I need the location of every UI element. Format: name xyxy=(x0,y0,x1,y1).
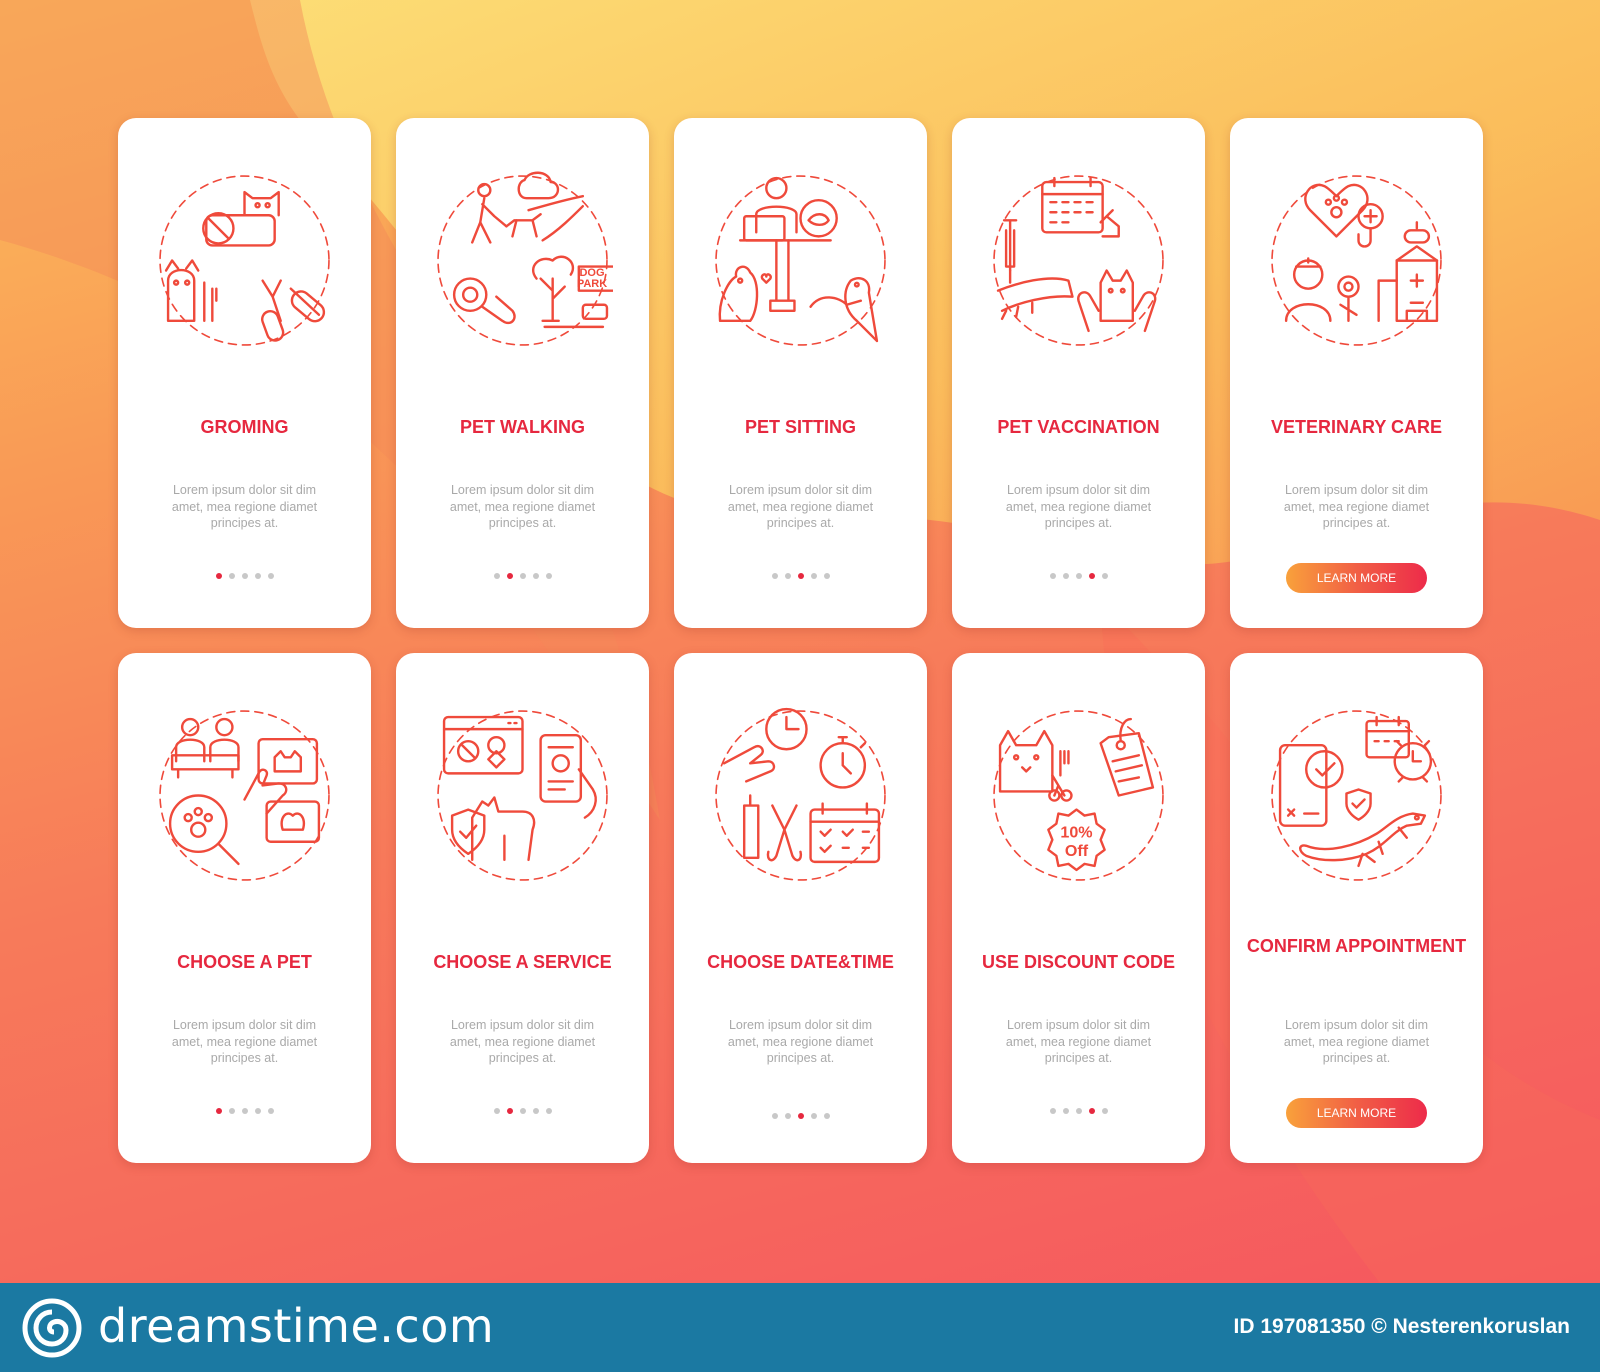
stock-footer: dreamstime.com ID 197081350 © Nesterenko… xyxy=(0,1283,1600,1372)
page-dot-1[interactable] xyxy=(215,1108,222,1114)
card-description: Lorem ipsum dolor sit dim amet, mea regi… xyxy=(171,483,318,530)
pagination-dots xyxy=(952,1108,1205,1114)
card-title: USE DISCOUNT CODE xyxy=(981,952,1176,972)
page-dot-2[interactable] xyxy=(1062,1108,1069,1114)
card-title: CHOOSE A PET xyxy=(177,952,312,972)
page-dot-5[interactable] xyxy=(823,1113,830,1119)
pagination-dots xyxy=(118,1108,371,1114)
onboarding-card-grooming: GROMING Lorem ipsum dolor sit dim amet, … xyxy=(118,118,371,628)
page-dot-4[interactable] xyxy=(254,1108,261,1114)
page-dot-4[interactable] xyxy=(810,573,817,579)
page-dot-2[interactable] xyxy=(506,573,513,579)
page-dot-4[interactable] xyxy=(810,1113,817,1119)
page-dot-5[interactable] xyxy=(267,573,274,579)
onboarding-screens-grid: GROMING Lorem ipsum dolor sit dim amet, … xyxy=(118,118,1483,1165)
page-dot-2[interactable] xyxy=(228,1108,235,1114)
page-dot-3[interactable] xyxy=(519,573,526,579)
page-dot-1[interactable] xyxy=(771,573,778,579)
card-title: GROMING xyxy=(200,417,289,437)
choose-service-icon xyxy=(437,710,608,881)
footer-brand: dreamstime.com xyxy=(98,1299,495,1353)
confirm-appointment-icon xyxy=(1271,710,1442,881)
page-dot-5[interactable] xyxy=(1101,1108,1108,1114)
card-description: Lorem ipsum dolor sit dim amet, mea regi… xyxy=(1005,483,1152,530)
page-dot-3[interactable] xyxy=(797,1113,804,1119)
page-dot-1[interactable] xyxy=(1049,573,1056,579)
pagination-dots xyxy=(118,573,371,579)
page-dot-5[interactable] xyxy=(545,573,552,579)
veterinary-icon xyxy=(1271,175,1442,346)
onboarding-card-choose-a-pet: CHOOSE A PET Lorem ipsum dolor sit dim a… xyxy=(118,653,371,1163)
pagination-dots xyxy=(396,573,649,579)
card-title: PET SITTING xyxy=(744,417,856,437)
onboarding-card-choose-date-time: CHOOSE DATE&TIME Lorem ipsum dolor sit d… xyxy=(674,653,927,1163)
discount-icon: 10% Off xyxy=(993,710,1164,881)
discount-percent-label: 10% xyxy=(1060,824,1092,842)
page-dot-3[interactable] xyxy=(519,1108,526,1114)
page-dot-3[interactable] xyxy=(797,573,804,579)
onboarding-card-use-discount-code: 10% Off USE DISCOUNT CODE Lorem ipsum do… xyxy=(952,653,1205,1163)
card-title: PET VACCINATION xyxy=(997,417,1160,437)
page-dot-4[interactable] xyxy=(532,573,539,579)
page-dot-4[interactable] xyxy=(532,1108,539,1114)
pet-sitting-icon xyxy=(715,175,886,346)
page-dot-5[interactable] xyxy=(1101,573,1108,579)
card-title: VETERINARY CARE xyxy=(1270,417,1443,437)
pagination-dots xyxy=(674,573,927,579)
pet-walking-icon xyxy=(437,171,613,346)
page-dot-5[interactable] xyxy=(267,1108,274,1114)
onboarding-card-pet-vaccination: PET VACCINATION Lorem ipsum dolor sit di… xyxy=(952,118,1205,628)
page-dot-5[interactable] xyxy=(545,1108,552,1114)
onboarding-card-confirm-appointment: CONFIRM APPOINTMENT Lorem ipsum dolor si… xyxy=(1230,653,1483,1163)
page-dot-2[interactable] xyxy=(506,1108,513,1114)
date-time-icon xyxy=(715,707,886,881)
page-dot-3[interactable] xyxy=(1075,1108,1082,1114)
onboarding-card-veterinary-care: VETERINARY CARE Lorem ipsum dolor sit di… xyxy=(1230,118,1483,628)
card-description: Lorem ipsum dolor sit dim amet, mea regi… xyxy=(171,1018,318,1065)
learn-more-button[interactable]: LEARN MORE xyxy=(1286,563,1427,593)
choose-pet-icon xyxy=(159,710,330,881)
pagination-dots xyxy=(952,573,1205,579)
onboarding-card-pet-walking: PET WALKING Lorem ipsum dolor sit dim am… xyxy=(396,118,649,628)
card-title: CHOOSE A SERVICE xyxy=(433,952,612,972)
page-dot-1[interactable] xyxy=(493,1108,500,1114)
card-description: Lorem ipsum dolor sit dim amet, mea regi… xyxy=(1005,1018,1152,1065)
card-description: Lorem ipsum dolor sit dim amet, mea regi… xyxy=(449,1018,596,1065)
page-dot-1[interactable] xyxy=(771,1113,778,1119)
card-title: PET WALKING xyxy=(460,417,585,437)
page-dot-1[interactable] xyxy=(1049,1108,1056,1114)
footer-image-id: ID 197081350 © Nesterenkoruslan xyxy=(1233,1315,1571,1338)
page-dot-3[interactable] xyxy=(1075,573,1082,579)
page-dot-2[interactable] xyxy=(784,573,791,579)
card-description: Lorem ipsum dolor sit dim amet, mea regi… xyxy=(727,483,874,530)
page-dot-2[interactable] xyxy=(784,1113,791,1119)
vaccination-icon xyxy=(993,175,1164,346)
card-title: CONFIRM APPOINTMENT xyxy=(1246,936,1467,956)
page-dot-2[interactable] xyxy=(1062,573,1069,579)
page-dot-1[interactable] xyxy=(493,573,500,579)
discount-off-label: Off xyxy=(1065,842,1089,860)
pagination-dots xyxy=(396,1108,649,1114)
onboarding-card-pet-sitting: PET SITTING Lorem ipsum dolor sit dim am… xyxy=(674,118,927,628)
page-dot-3[interactable] xyxy=(241,573,248,579)
page-dot-4[interactable] xyxy=(254,573,261,579)
page-dot-2[interactable] xyxy=(228,573,235,579)
page-dot-4[interactable] xyxy=(1088,1108,1095,1114)
card-description: Lorem ipsum dolor sit dim amet, mea regi… xyxy=(449,483,596,530)
learn-more-button[interactable]: LEARN MORE xyxy=(1286,1098,1427,1128)
card-description: Lorem ipsum dolor sit dim amet, mea regi… xyxy=(1283,483,1430,530)
pagination-dots xyxy=(674,1113,927,1119)
card-description: Lorem ipsum dolor sit dim amet, mea regi… xyxy=(1283,1018,1430,1065)
page-dot-3[interactable] xyxy=(241,1108,248,1114)
dreamstime-logo-icon xyxy=(22,1298,82,1358)
card-title: CHOOSE DATE&TIME xyxy=(707,952,894,972)
page-dot-5[interactable] xyxy=(823,573,830,579)
page-dot-1[interactable] xyxy=(215,573,222,579)
page-dot-4[interactable] xyxy=(1088,573,1095,579)
grooming-icon xyxy=(159,175,330,346)
card-description: Lorem ipsum dolor sit dim amet, mea regi… xyxy=(727,1018,874,1065)
onboarding-card-choose-a-service: CHOOSE A SERVICE Lorem ipsum dolor sit d… xyxy=(396,653,649,1163)
